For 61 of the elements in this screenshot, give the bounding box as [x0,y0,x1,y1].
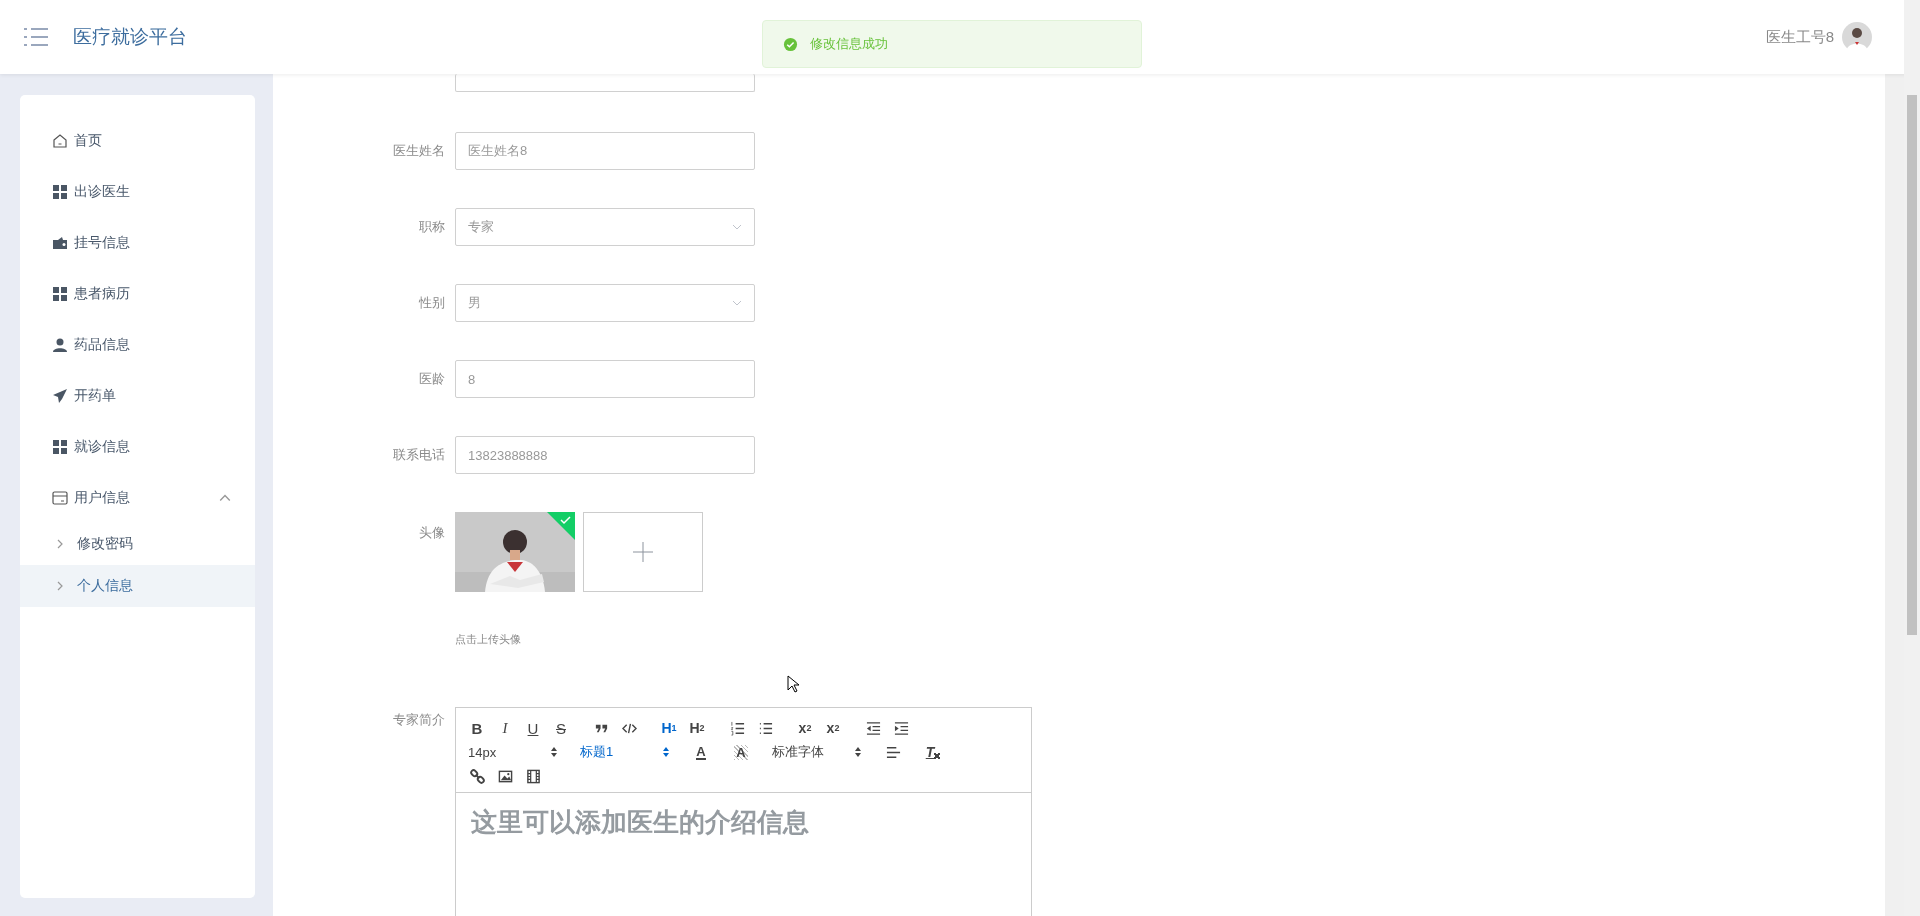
image-icon [497,768,513,784]
app-title: 医疗就诊平台 [73,25,187,49]
sidebar-item[interactable]: 挂号信息 [20,217,255,268]
field-label: 职称 [418,218,445,236]
submenu-item[interactable]: 个人信息 [20,565,255,607]
mouse-cursor-icon [787,675,799,693]
chevron-right-icon [55,581,65,591]
sidebar-item[interactable]: 患者病历 [20,268,255,319]
sidebar-item[interactable]: 首页 [20,115,255,166]
plus-icon [633,542,653,562]
field-label: 医龄 [418,370,445,388]
menu-icon [24,28,48,46]
bold-button[interactable]: B [468,717,486,739]
numbered-list-icon [729,720,745,736]
sidebar-item[interactable]: 药品信息 [20,319,255,370]
grid-icon [52,438,68,455]
dropdown-picker[interactable]: 14px [468,741,558,763]
link-icon [469,768,485,784]
paper-plane-icon [52,387,68,404]
grid-icon [52,183,68,200]
italic-button[interactable]: I [496,717,514,739]
strikethrough-button[interactable]: S [552,717,570,739]
avatar[interactable] [1842,22,1872,52]
sidebar-item[interactable]: 出诊医生 [20,166,255,217]
card-icon [52,489,68,506]
script-button[interactable]: x$^{2}$ [824,717,842,739]
chevron-down-icon [732,222,742,232]
editor-text: 这里可以添加医生的介绍信息 [471,806,810,839]
chevron-right-icon [55,539,65,549]
text-color-button[interactable]: A [692,741,710,763]
sidebar-item[interactable]: 开药单 [20,370,255,421]
field-label: 医生姓名 [392,142,445,160]
message-text: 修改信息成功 [810,35,888,53]
sidebar-item[interactable]: 用户信息 [20,472,255,523]
field-label: 头像 [418,524,445,542]
submenu-item[interactable]: 修改密码 [20,523,255,565]
field-label: 联系电话 [392,446,445,464]
updown-arrows-icon [662,746,670,758]
updown-arrows-icon [854,746,862,758]
updown-arrows-icon [550,746,558,758]
film-icon [525,768,541,784]
underline-button[interactable]: U [524,717,542,739]
user-name[interactable]: 医生工号8 [1765,27,1834,47]
chevron-down-icon [732,298,742,308]
house-icon [52,132,68,149]
upload-hint: 点击上传头像 [455,632,521,647]
clear-format-button[interactable]: T [924,741,942,763]
bullet-list-icon [757,720,773,736]
field-label: 专家简介 [392,711,445,729]
grid-icon [52,285,68,302]
scrollbar[interactable] [1904,0,1920,916]
person-icon [52,336,68,353]
outdent-icon [865,720,881,736]
wallet-icon [52,234,68,251]
input-field[interactable] [455,74,755,92]
indent-icon [893,720,909,736]
align-left-icon [885,744,901,760]
dropdown-picker[interactable]: 标题1 [580,741,670,763]
dropdown-picker[interactable]: 标准字体 [772,741,862,763]
field-label: 性别 [418,294,445,312]
sidebar-item[interactable]: 就诊信息 [20,421,255,472]
